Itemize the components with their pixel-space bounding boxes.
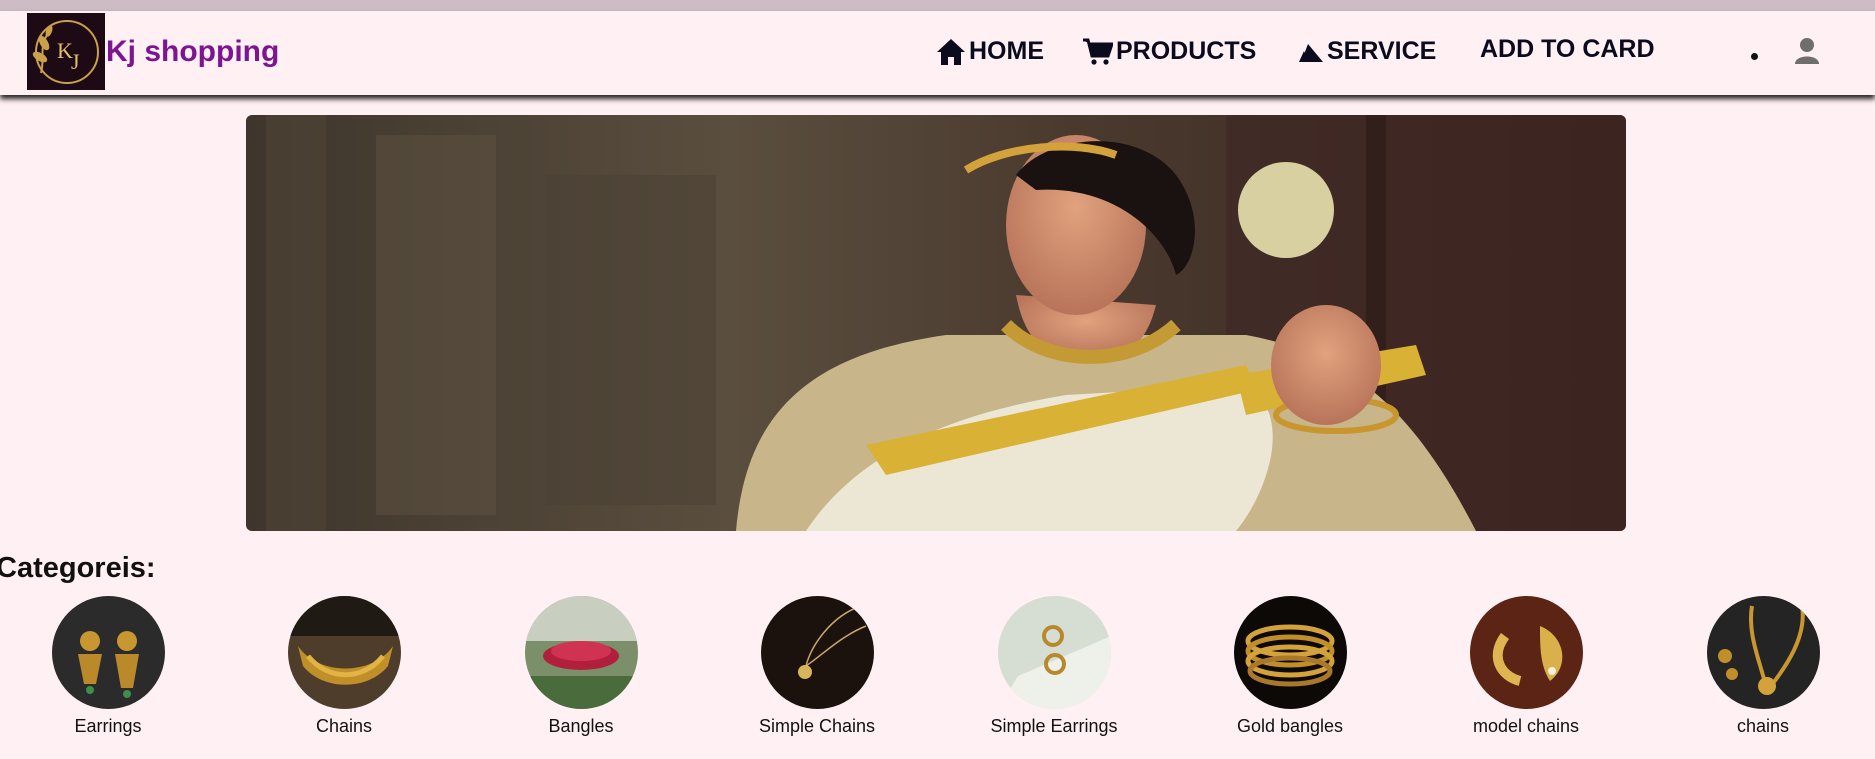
brand-logo[interactable]: K J: [27, 13, 105, 90]
category-label: Chains: [315, 716, 373, 736]
svg-text:J: J: [71, 49, 80, 74]
nav-products-label: PRODUCTS: [1116, 37, 1257, 65]
category-chains[interactable]: Chains: [244, 596, 444, 737]
cart-icon: [1083, 38, 1113, 65]
category-simple-earrings[interactable]: Simple Earrings: [954, 596, 1154, 737]
navbar: K J Kj shopping HOME PRODUCTS SERVICE AD…: [0, 11, 1875, 95]
category-label: Gold bangles: [1236, 716, 1344, 736]
nav-products[interactable]: PRODUCTS: [1083, 37, 1256, 66]
home-icon: [937, 39, 965, 65]
category-image: [287, 596, 401, 709]
category-image: [1706, 596, 1820, 709]
category-image: [524, 596, 638, 709]
category-label: model chains: [1472, 716, 1580, 736]
category-label: Simple Earrings: [990, 716, 1118, 736]
service-icon: [1299, 43, 1323, 62]
category-gold-bangles[interactable]: Gold bangles: [1190, 596, 1390, 737]
category-label: Earrings: [74, 716, 142, 736]
top-strip: [0, 0, 1875, 11]
category-image: [51, 596, 165, 709]
category-simple-chains[interactable]: Simple Chains: [717, 596, 917, 737]
hero-banner: [246, 115, 1626, 531]
user-icon: [1795, 38, 1819, 64]
category-label: Simple Chains: [758, 716, 876, 736]
category-bangles[interactable]: Bangles: [481, 596, 681, 737]
user-account[interactable]: [1794, 37, 1820, 70]
category-earrings[interactable]: Earrings: [8, 596, 208, 737]
category-image: [1233, 596, 1347, 709]
category-label: chains: [1736, 716, 1790, 736]
category-image: [760, 596, 874, 709]
nav-home[interactable]: HOME: [936, 37, 1044, 66]
nav-service-label: SERVICE: [1327, 37, 1437, 65]
categories-title: Categoreis:: [0, 552, 156, 584]
category-image: [1469, 596, 1583, 709]
nav-home-label: HOME: [969, 37, 1044, 65]
brand-name[interactable]: Kj shopping: [106, 35, 279, 69]
category-image: [997, 596, 1111, 709]
nav-add-to-card-label: ADD TO CARD: [1480, 35, 1655, 63]
nav-add-to-card[interactable]: ADD TO CARD: [1480, 35, 1655, 64]
category-chains-2[interactable]: chains: [1663, 596, 1863, 737]
notification-dot: [1751, 53, 1758, 60]
category-model-chains[interactable]: model chains: [1426, 596, 1626, 737]
category-label: Bangles: [548, 716, 614, 736]
nav-service[interactable]: SERVICE: [1298, 37, 1436, 66]
